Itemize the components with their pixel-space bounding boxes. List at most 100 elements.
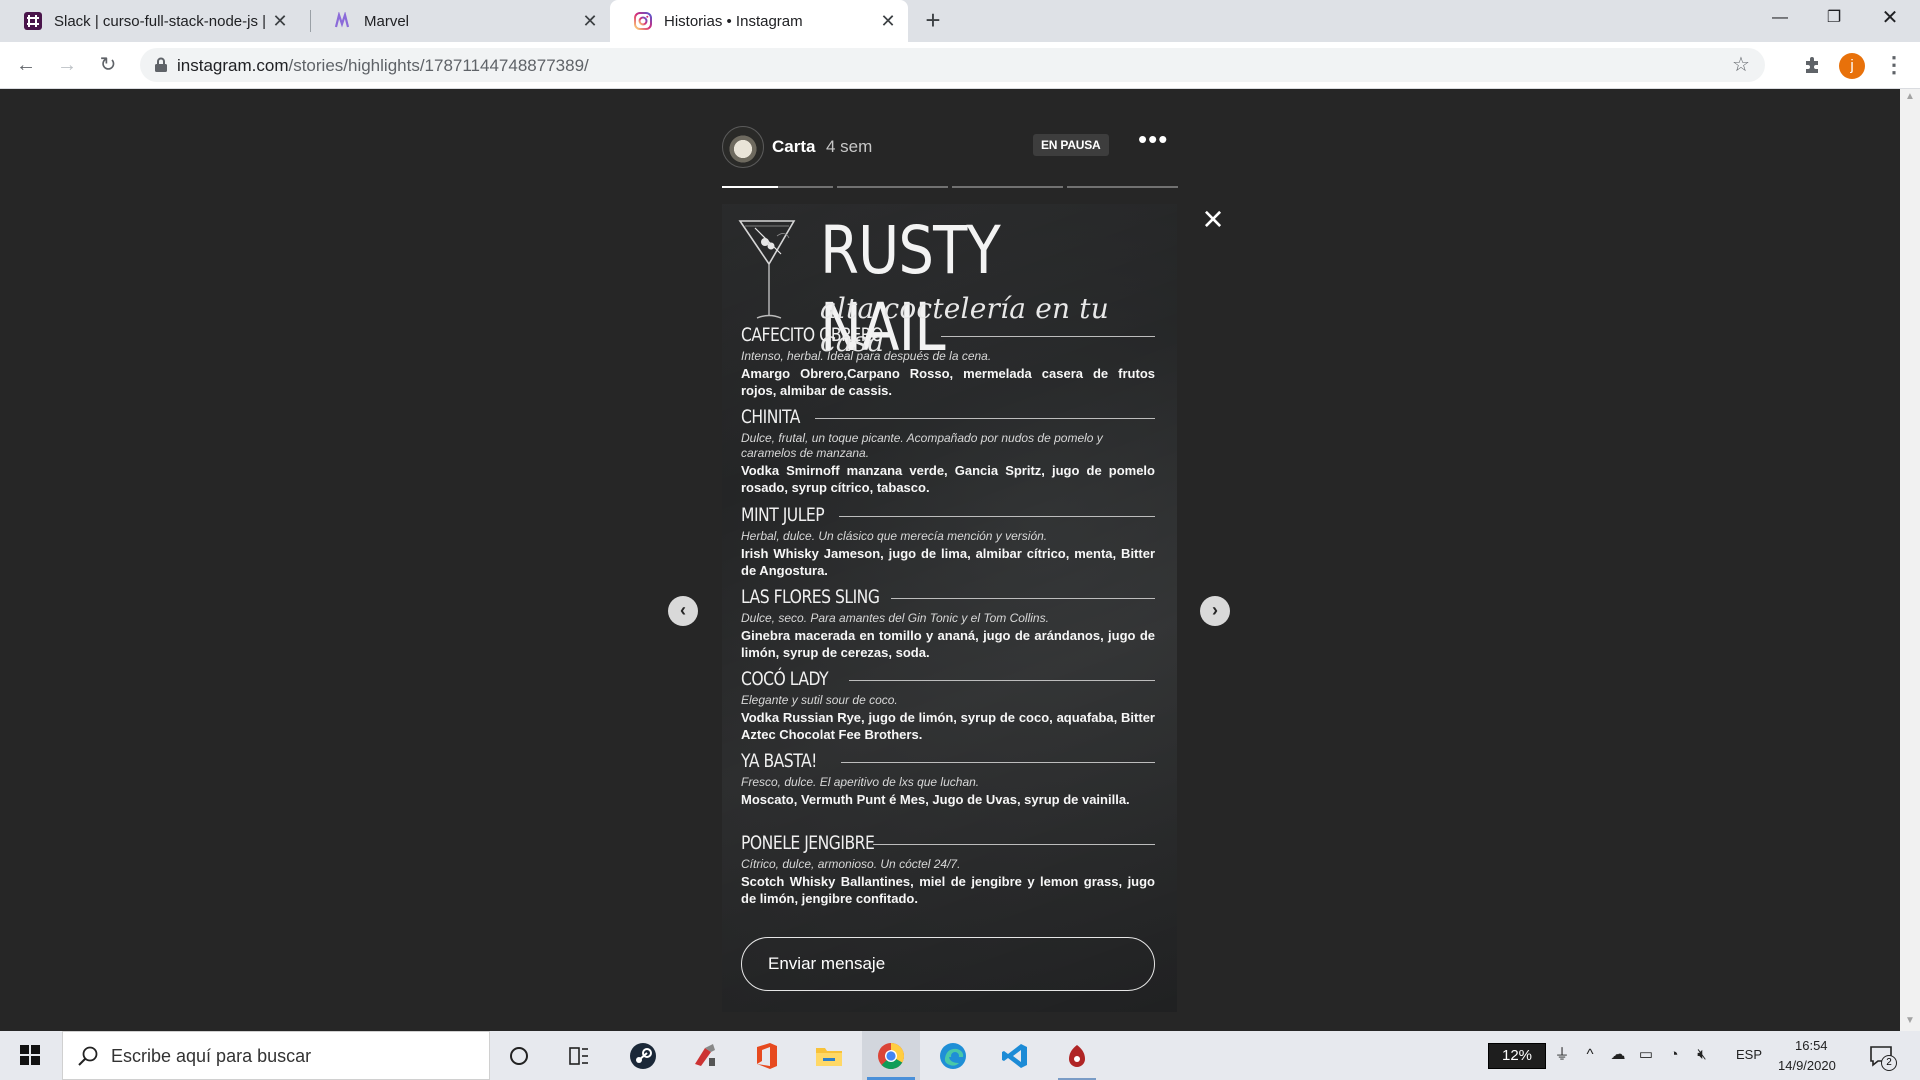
scroll-up-icon[interactable]: ▲ [1905,91,1915,102]
app-icon[interactable] [1048,1031,1106,1080]
drink-name: Ya Basta! [741,750,817,772]
drink-description: Herbal, dulce. Un clásico que merecía me… [741,529,1048,543]
power-plug-icon[interactable]: ⏚ [1552,1045,1572,1065]
minimize-button[interactable]: — [1752,0,1808,36]
drink-ingredients: Scotch Whisky Ballantines, miel de jengi… [741,874,1155,906]
windows-start-button[interactable] [0,1031,62,1080]
drink-ingredients: Irish Whisky Jameson, jugo de lima, almi… [741,546,1155,578]
menu-item: Cocó Lady Elegante y sutil sour de coco.… [741,668,1155,743]
tab-title: Marvel [364,12,410,30]
menu-item: Chinita Dulce, frutal, un toque picante.… [741,406,1155,496]
story-image[interactable]: RUSTY NAIL alta coctelería en tu casa Ca… [722,204,1177,1012]
action-center-icon[interactable]: 2 [1868,1043,1897,1071]
menu-item: Cafecito Obrero Intenso, herbal. Ideal p… [741,324,1155,399]
avatar[interactable] [722,126,764,168]
battery-percentage[interactable]: 12% [1488,1043,1546,1069]
taskbar-search-input[interactable]: Escribe aquí para buscar [62,1031,490,1080]
drink-description: Intenso, herbal. Ideal para después de l… [741,349,992,363]
progress-segment [1067,186,1178,188]
lock-icon [155,57,167,72]
page-scrollbar[interactable]: ▲ ▼ [1900,89,1920,1031]
drink-name: Las Flores Sling [741,586,880,608]
menu-item: Ya Basta! Fresco, dulce. El aperitivo de… [741,750,1155,808]
tab-title: Historias • Instagram [664,12,803,30]
edge-icon[interactable] [924,1031,982,1080]
cortana-icon[interactable] [490,1031,548,1080]
progress-segment [952,186,1063,188]
close-tab-icon[interactable]: ✕ [270,11,290,31]
previous-story-button[interactable]: ‹ [668,596,698,626]
steam-icon[interactable] [614,1031,672,1080]
paused-badge: EN PAUSA [1033,134,1109,156]
send-message-placeholder: Enviar mensaje [768,954,886,973]
story-username[interactable]: Carta [772,137,815,157]
bookmark-star-icon[interactable]: ☆ [1727,51,1755,79]
browser-toolbar: ← → ↻ instagram.com/stories/highlights/1… [0,42,1920,89]
drink-description: Dulce, seco. Para amantes del Gin Tonic … [741,611,1049,625]
taskbar-search-placeholder: Escribe aquí para buscar [111,1046,312,1066]
more-options-icon[interactable]: ••• [1138,126,1168,156]
scroll-down-icon[interactable]: ▼ [1905,1015,1915,1026]
address-bar[interactable]: instagram.com/stories/highlights/1787114… [140,48,1765,82]
progress-segment [722,186,833,188]
close-tab-icon[interactable]: ✕ [580,11,600,31]
tab-marvel[interactable]: Marvel ✕ [310,0,610,42]
slack-icon [24,12,42,30]
clock-time[interactable]: 16:54 [1795,1038,1828,1053]
drink-ingredients: Moscato, Vermuth Punt é Mes, Jugo de Uva… [741,792,1130,807]
menu-icon[interactable]: ⋮ [1880,51,1908,79]
windows-logo-icon [20,1045,40,1065]
menu-item: Las Flores Sling Dulce, seco. Para amant… [741,586,1155,661]
wifi-icon[interactable]: ◔ [1664,1045,1684,1065]
tab-title: Slack | curso-full-stack-node-js | [54,12,267,30]
input-language[interactable]: ESP [1736,1047,1762,1062]
tab-bar: Slack | curso-full-stack-node-js | ✕ Mar… [0,0,1920,42]
progress-segment [837,186,948,188]
url-host: instagram.com [177,56,289,75]
vscode-icon[interactable] [986,1031,1044,1080]
story-time-ago: 4 sem [826,137,873,156]
office-icon[interactable] [738,1031,796,1080]
drink-description: Cítrico, dulce, armonioso. Un cóctel 24/… [741,857,961,871]
menu-item: Mint Julep Herbal, dulce. Un clásico que… [741,504,1155,579]
paint-tool-icon[interactable] [676,1031,734,1080]
drink-ingredients: Ginebra macerada en tomillo y ananá, jug… [741,628,1155,660]
story-progress-bar [722,186,1178,189]
network-error-icon[interactable]: ☁ [1608,1045,1628,1065]
task-view-icon[interactable] [550,1031,608,1080]
file-explorer-icon[interactable] [800,1031,858,1080]
drink-name: Cocó Lady [741,668,829,690]
clock-date[interactable]: 14/9/2020 [1778,1058,1836,1073]
url-path: /stories/highlights/17871144748877389/ [288,56,589,75]
close-tab-icon[interactable]: ✕ [878,11,898,31]
profile-avatar[interactable]: j [1839,53,1865,79]
menu-item: Ponele Jengibre Cítrico, dulce, armonios… [741,832,1155,907]
story-header: Carta 4 sem EN PAUSA ••• [722,126,1178,170]
extensions-icon[interactable] [1798,51,1826,79]
drink-description: Elegante y sutil sour de coco. [741,693,898,707]
taskbar: Escribe aquí para buscar 12% ⏚ ^ ☁ ▭ ◔ 🔇… [0,1031,1920,1080]
drink-description: Dulce, frutal, un toque picante. Acompañ… [741,431,1103,460]
chrome-icon[interactable] [862,1031,920,1080]
url-text: instagram.com/stories/highlights/1787114… [177,56,589,76]
cocktail-glass-icon [738,220,796,319]
tab-instagram[interactable]: Historias • Instagram ✕ [610,0,908,42]
send-message-input[interactable]: Enviar mensaje [741,937,1155,991]
forward-icon[interactable]: → [53,51,81,79]
marvel-icon [334,12,352,30]
reload-icon[interactable]: ↻ [94,51,122,79]
instagram-icon [634,12,652,30]
restore-button[interactable]: ❐ [1806,0,1862,36]
close-window-button[interactable]: ✕ [1862,0,1918,36]
show-hidden-icons-chevron[interactable]: ^ [1580,1045,1600,1065]
new-tab-button[interactable]: + [920,7,946,34]
back-icon[interactable]: ← [12,51,40,79]
drink-description: Fresco, dulce. El aperitivo de lxs que l… [741,775,980,789]
drink-ingredients: Vodka Russian Rye, jugo de limón, syrup … [741,710,1155,742]
drink-name: Ponele Jengibre [741,832,875,854]
battery-icon[interactable]: ▭ [1636,1045,1656,1065]
next-story-button[interactable]: › [1200,596,1230,626]
close-story-icon[interactable]: × [1198,201,1228,237]
tab-slack[interactable]: Slack | curso-full-stack-node-js | ✕ [0,0,300,42]
volume-muted-icon[interactable]: 🔇︎ [1692,1045,1712,1065]
